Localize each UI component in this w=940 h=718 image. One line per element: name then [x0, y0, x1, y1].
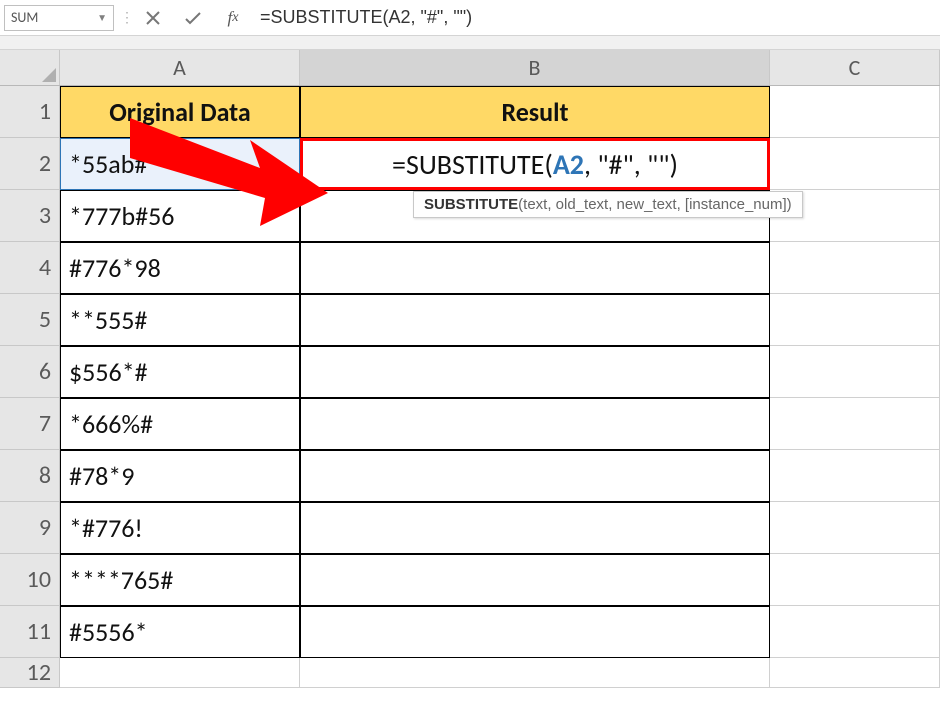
tooltip-args: (text, old_text, new_text, [instance_num…	[518, 196, 791, 213]
name-box-value: SUM	[11, 9, 38, 26]
row-header[interactable]: 8	[0, 450, 60, 502]
row-header[interactable]: 6	[0, 346, 60, 398]
tooltip-fn-name: SUBSTITUTE	[424, 196, 518, 213]
cell[interactable]	[300, 242, 770, 294]
row-header[interactable]: 12	[0, 658, 60, 688]
cell[interactable]	[770, 502, 940, 554]
cell-B2-formula: =SUBSTITUTE(A2, "#", "")	[392, 147, 678, 182]
cell-A2[interactable]: *55ab#	[60, 138, 300, 190]
select-all-corner[interactable]	[0, 50, 60, 85]
table-row: 11 #5556*	[0, 606, 940, 658]
cell[interactable]	[300, 606, 770, 658]
cell[interactable]: ****765#	[60, 554, 300, 606]
row-header[interactable]: 4	[0, 242, 60, 294]
table-row: 12	[0, 658, 940, 688]
table-row: 9 *#776!	[0, 502, 940, 554]
formula-input[interactable]	[254, 5, 940, 31]
cell[interactable]	[60, 658, 300, 688]
header-cell-B[interactable]: Result	[300, 86, 770, 138]
cell[interactable]: #5556*	[60, 606, 300, 658]
table-row: 6 $556*#	[0, 346, 940, 398]
cell[interactable]	[770, 658, 940, 688]
cell[interactable]	[300, 450, 770, 502]
cell[interactable]	[770, 554, 940, 606]
row-header[interactable]: 10	[0, 554, 60, 606]
col-header-A[interactable]: A	[60, 50, 300, 85]
table-row: 4 #776*98	[0, 242, 940, 294]
table-row: 8 #78*9	[0, 450, 940, 502]
cell[interactable]	[770, 242, 940, 294]
enter-icon[interactable]	[182, 7, 204, 29]
fx-icon[interactable]: fx	[222, 7, 244, 29]
cell[interactable]: *666%#	[60, 398, 300, 450]
formula-ref: A2	[553, 147, 584, 182]
row-header[interactable]: 2	[0, 138, 60, 190]
name-box[interactable]: SUM ▼	[4, 5, 114, 31]
formula-prefix: =SUBSTITUTE(	[392, 147, 553, 182]
row-header[interactable]: 3	[0, 190, 60, 242]
table-row: 7 *666%#	[0, 398, 940, 450]
cell[interactable]	[770, 398, 940, 450]
table-row: 2 *55ab# =SUBSTITUTE(A2, "#", "") SUBSTI…	[0, 138, 940, 190]
cell[interactable]	[300, 294, 770, 346]
table-row: 1 Original Data Result	[0, 86, 940, 138]
col-header-B[interactable]: B	[300, 50, 770, 85]
formula-bar-buttons: fx	[132, 7, 254, 29]
cell[interactable]	[770, 294, 940, 346]
cell[interactable]	[770, 606, 940, 658]
cell[interactable]: #78*9	[60, 450, 300, 502]
table-row: 10 ****765#	[0, 554, 940, 606]
header-cell-A[interactable]: Original Data	[60, 86, 300, 138]
cell[interactable]	[300, 398, 770, 450]
cell[interactable]	[300, 554, 770, 606]
cell[interactable]: $556*#	[60, 346, 300, 398]
row-header[interactable]: 5	[0, 294, 60, 346]
gray-strip	[0, 36, 940, 50]
table-row: 5 **555#	[0, 294, 940, 346]
cell[interactable]: #776*98	[60, 242, 300, 294]
function-tooltip: SUBSTITUTE(text, old_text, new_text, [in…	[413, 191, 803, 218]
drag-handle-icon[interactable]: ⋮	[114, 9, 132, 26]
grid-rows: 1 Original Data Result 2 *55ab# =SUBSTIT…	[0, 86, 940, 688]
row-header[interactable]: 7	[0, 398, 60, 450]
cell[interactable]: **555#	[60, 294, 300, 346]
cell[interactable]	[770, 138, 940, 190]
cell[interactable]	[770, 450, 940, 502]
cell[interactable]	[770, 346, 940, 398]
cell[interactable]: *#776!	[60, 502, 300, 554]
col-header-C[interactable]: C	[770, 50, 940, 85]
formula-suffix: , "#", "")	[584, 147, 678, 182]
chevron-down-icon[interactable]: ▼	[97, 11, 107, 24]
cell[interactable]	[300, 502, 770, 554]
cell[interactable]	[300, 346, 770, 398]
row-header[interactable]: 1	[0, 86, 60, 138]
spreadsheet-grid: A B C 1 Original Data Result 2 *55ab# =S…	[0, 50, 940, 688]
row-header[interactable]: 11	[0, 606, 60, 658]
cell[interactable]: *777b#56	[60, 190, 300, 242]
column-headers: A B C	[0, 50, 940, 86]
cell[interactable]	[300, 658, 770, 688]
cell[interactable]	[770, 86, 940, 138]
formula-bar: SUM ▼ ⋮ fx	[0, 0, 940, 36]
cancel-icon[interactable]	[142, 7, 164, 29]
row-header[interactable]: 9	[0, 502, 60, 554]
cell-B2-editing[interactable]: =SUBSTITUTE(A2, "#", "") SUBSTITUTE(text…	[300, 138, 770, 190]
